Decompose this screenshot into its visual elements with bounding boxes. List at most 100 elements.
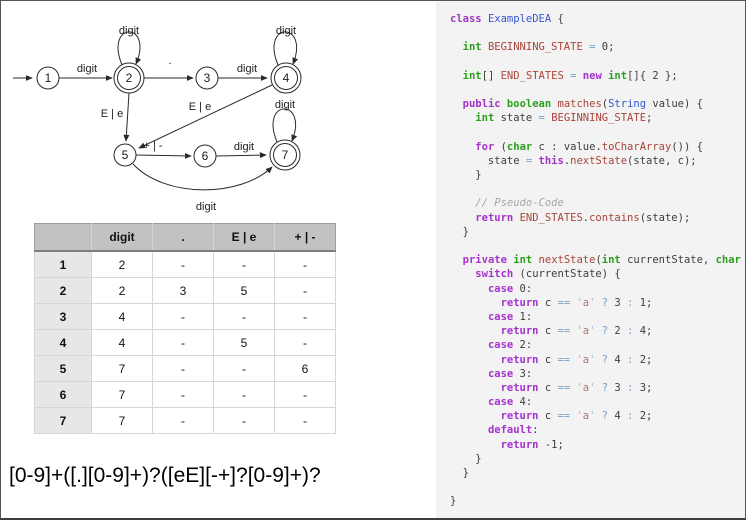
code-line: int[] END_STATES = new int[]{ 2 }; (450, 69, 741, 83)
code-line: } (450, 466, 741, 480)
table-cell: 5 (214, 278, 275, 304)
state-node-7: 7 (270, 140, 300, 170)
code-line (450, 182, 741, 196)
code-line: class ExampleDEA { (450, 12, 741, 26)
state-cell: 7 (35, 408, 92, 434)
table-cell: 3 (153, 278, 214, 304)
table-row: 77--- (35, 408, 336, 434)
code-line (450, 83, 741, 97)
edge-label-4-5: E | e (189, 101, 211, 113)
state-cell: 5 (35, 356, 92, 382)
dfa-diagram: digit digit . digit digit E | e E | e di… (1, 1, 436, 219)
table-row: 57--6 (35, 356, 336, 382)
table-cell: - (153, 251, 214, 278)
code-line: private int nextState(int currentState, … (450, 253, 741, 267)
edge-label-6-7: digit (234, 141, 254, 153)
code-line: } (450, 168, 741, 182)
left-pane: digit digit . digit digit E | e E | e di… (1, 1, 436, 518)
code-line: case 4: (450, 395, 741, 409)
code-line (450, 239, 741, 253)
code-line: default: (450, 423, 741, 437)
table-corner-cell (35, 224, 92, 252)
table-cell: - (153, 304, 214, 330)
table-cell: 2 (92, 278, 153, 304)
state-node-5: 5 (114, 144, 136, 166)
state-node-1: 1 (37, 67, 59, 89)
code-line: case 2: (450, 338, 741, 352)
table-cell: - (275, 251, 336, 278)
table-header-cell: E | e (214, 224, 275, 252)
edge-label-2-5: E | e (101, 108, 123, 120)
svg-text:6: 6 (202, 149, 209, 163)
svg-text:7: 7 (282, 148, 289, 162)
transition-table-body: 12---2235-34---44-5-57--667---77--- (35, 251, 336, 434)
table-cell: - (214, 356, 275, 382)
table-cell: 7 (92, 382, 153, 408)
code-line: case 0: (450, 282, 741, 296)
table-row: 34--- (35, 304, 336, 330)
code-line (450, 480, 741, 494)
selfloop-7 (273, 109, 296, 142)
transition-table: digit.E | e+ | - 12---2235-34---44-5-57-… (34, 223, 336, 434)
code-line (450, 126, 741, 140)
regex-text: [0-9]+([.][0-9]+)?([eE][-+]?[0-9]+)? (9, 464, 436, 488)
table-cell: 2 (92, 251, 153, 278)
edge-label-loop2: digit (119, 25, 139, 37)
table-cell: - (275, 278, 336, 304)
table-row: 2235- (35, 278, 336, 304)
table-cell: - (153, 330, 214, 356)
code-line: for (char c : value.toCharArray()) { (450, 140, 741, 154)
table-cell: - (275, 382, 336, 408)
code-line: int BEGINNING_STATE = 0; (450, 40, 741, 54)
edge-label-1-2: digit (77, 63, 97, 75)
table-cell: 7 (92, 408, 153, 434)
table-cell: - (275, 408, 336, 434)
table-cell: 4 (92, 304, 153, 330)
svg-text:2: 2 (126, 71, 133, 85)
state-node-4: 4 (271, 63, 301, 93)
code-line (450, 26, 741, 40)
edge-label-5-7: digit (196, 201, 216, 213)
table-cell: 5 (214, 330, 275, 356)
edge-label-3-4: digit (237, 63, 257, 75)
state-cell: 2 (35, 278, 92, 304)
state-cell: 6 (35, 382, 92, 408)
edge-5-6 (136, 155, 191, 156)
code-line: return c == 'a' ? 3 : 1; (450, 296, 741, 310)
state-cell: 1 (35, 251, 92, 278)
edge-label-loop4: digit (276, 25, 296, 37)
code-line: public boolean matches(String value) { (450, 97, 741, 111)
code-line: return c == 'a' ? 3 : 3; (450, 381, 741, 395)
screenshot-root: digit digit . digit digit E | e E | e di… (0, 0, 746, 520)
table-cell: - (214, 304, 275, 330)
table-cell: 4 (92, 330, 153, 356)
code-line (450, 55, 741, 69)
code-panel: class ExampleDEA { int BEGINNING_STATE =… (436, 1, 745, 518)
edge-label-5-6: + | - (143, 140, 162, 152)
table-cell: - (214, 382, 275, 408)
state-cell: 4 (35, 330, 92, 356)
code-line: return c == 'a' ? 2 : 4; (450, 324, 741, 338)
code-line: } (450, 494, 741, 508)
code-line: state = this.nextState(state, c); (450, 154, 741, 168)
edge-6-7 (216, 155, 266, 156)
code-line: case 3: (450, 367, 741, 381)
svg-text:3: 3 (204, 71, 211, 85)
code-block: class ExampleDEA { int BEGINNING_STATE =… (450, 12, 741, 509)
table-cell: - (214, 408, 275, 434)
edge-4-5 (139, 85, 272, 148)
code-line: return -1; (450, 438, 741, 452)
table-row: 44-5- (35, 330, 336, 356)
table-cell: - (153, 382, 214, 408)
code-line: switch (currentState) { (450, 267, 741, 281)
table-cell: 7 (92, 356, 153, 382)
svg-text:5: 5 (122, 148, 129, 162)
table-cell: - (153, 356, 214, 382)
table-header-cell: digit (92, 224, 153, 252)
table-row: 12--- (35, 251, 336, 278)
table-cell: - (153, 408, 214, 434)
state-cell: 3 (35, 304, 92, 330)
transition-table-head: digit.E | e+ | - (35, 224, 336, 252)
code-line: } (450, 452, 741, 466)
code-line: return c == 'a' ? 4 : 2; (450, 409, 741, 423)
